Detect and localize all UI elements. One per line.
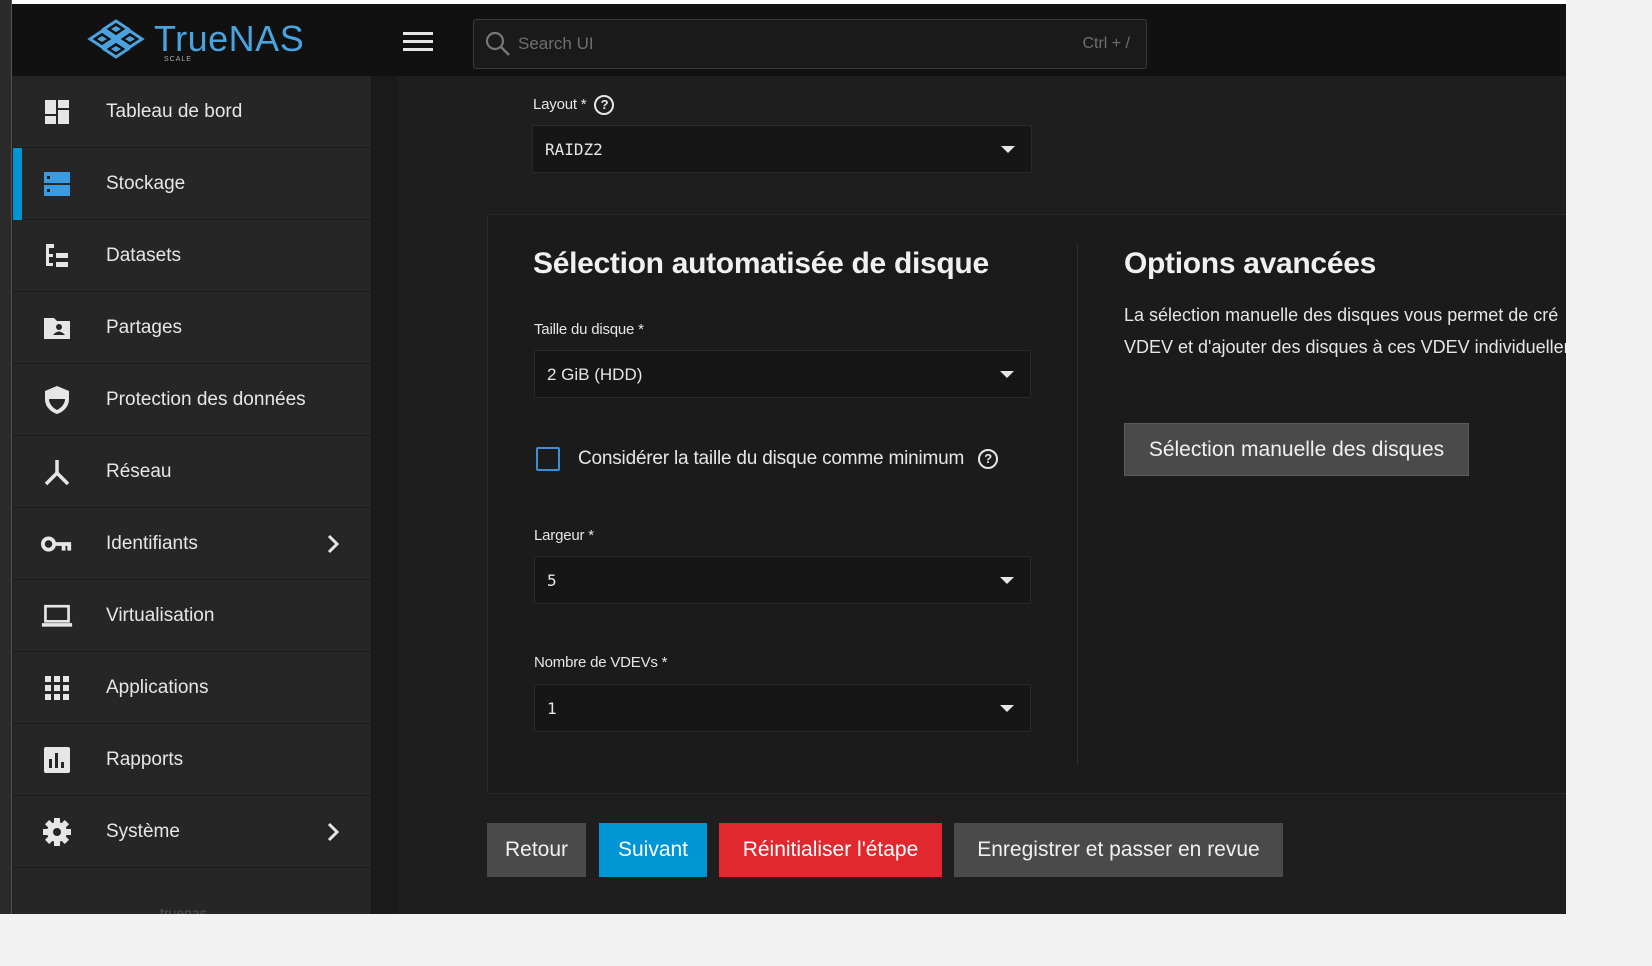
back-button[interactable]: Retour [487, 823, 586, 877]
width-select[interactable]: 5 [534, 556, 1031, 604]
disk-size-value: 2 GiB (HDD) [547, 365, 643, 384]
sidebar-item-label: Système [106, 820, 180, 842]
dropdown-arrow-icon [1000, 577, 1014, 584]
save-and-review-button[interactable]: Enregistrer et passer en revue [954, 823, 1283, 877]
sidebar-item-system[interactable]: Système [13, 796, 371, 868]
sidebar-item-label: Virtualisation [106, 604, 215, 626]
dropdown-arrow-icon [1000, 371, 1014, 378]
search-input[interactable] [518, 34, 1083, 54]
sidebar-item-label: Réseau [106, 460, 172, 482]
sidebar-item-label: Stockage [106, 172, 186, 194]
storage-icon [41, 170, 73, 198]
min-disk-size-checkbox[interactable] [536, 447, 560, 471]
shield-icon [41, 386, 73, 414]
vdevs-value: 1 [547, 699, 557, 718]
sidebar-item-label: Partages [106, 316, 183, 338]
min-disk-size-label[interactable]: Considérer la taille du disque comme min… [578, 448, 999, 470]
sidebar-item-storage[interactable]: Stockage [13, 148, 371, 220]
hamburger-menu-icon[interactable] [403, 32, 433, 54]
sidebar-item-label: Protection des données [106, 388, 306, 410]
sidebar-item-dashboard[interactable]: Tableau de bord [13, 76, 371, 148]
datasets-icon [41, 242, 73, 270]
chevron-right-icon [327, 534, 340, 554]
layout-value: RAIDZ2 [545, 140, 603, 159]
window-edge [0, 0, 12, 914]
network-icon [41, 458, 73, 486]
help-icon[interactable]: ? [978, 448, 999, 469]
dropdown-arrow-icon [1000, 705, 1014, 712]
advanced-options-title: Options avancées [1124, 247, 1376, 280]
key-icon [41, 530, 73, 558]
reset-step-button[interactable]: Réinitialiser l'étape [719, 823, 942, 877]
vdevs-select[interactable]: 1 [534, 684, 1031, 732]
sidebar-item-network[interactable]: Réseau [13, 436, 371, 508]
sidebar-scroll-gutter[interactable] [371, 76, 397, 914]
logo-subtext: SCALE [164, 56, 192, 63]
sidebar-item-virtualization[interactable]: Virtualisation [13, 580, 371, 652]
auto-selection-title: Sélection automatisée de disque [533, 247, 989, 280]
sidebar-item-label: Rapports [106, 748, 184, 770]
sidebar-footer-text: truenas [160, 905, 207, 914]
dashboard-icon [41, 98, 73, 126]
dropdown-arrow-icon [1001, 146, 1015, 153]
width-label: Largeur * [534, 527, 594, 544]
sidebar-item-label: Identifiants [106, 532, 198, 554]
help-icon[interactable]: ? [594, 95, 615, 115]
card-divider [1077, 244, 1078, 766]
sidebar-item-data-protection[interactable]: Protection des données [13, 364, 371, 436]
sidebar-item-label: Datasets [106, 244, 181, 266]
sidebar-item-credentials[interactable]: Identifiants [13, 508, 371, 580]
truenas-logo[interactable]: TrueNAS SCALE [84, 18, 305, 63]
app-window: TrueNAS SCALE Ctrl + / Tableau de bord [0, 0, 1566, 914]
width-value: 5 [547, 571, 557, 590]
sidebar-item-datasets[interactable]: Datasets [13, 220, 371, 292]
advanced-description-line1: La sélection manuelle des disques vous p… [1124, 305, 1559, 325]
disk-size-select[interactable]: 2 GiB (HDD) [534, 350, 1031, 398]
search-icon [485, 31, 510, 56]
reports-chart-icon [41, 746, 73, 774]
next-button[interactable]: Suivant [599, 823, 707, 877]
sidebar-item-label: Tableau de bord [106, 100, 243, 122]
sidebar-item-shares[interactable]: Partages [13, 292, 371, 364]
apps-grid-icon [41, 674, 73, 702]
manual-disk-selection-button[interactable]: Sélection manuelle des disques [1124, 423, 1469, 476]
chevron-right-icon [327, 822, 340, 842]
search-bar[interactable]: Ctrl + / [473, 19, 1147, 69]
laptop-icon [41, 602, 73, 630]
sidebar-item-label: Applications [106, 676, 209, 698]
topbar: TrueNAS SCALE Ctrl + / [0, 0, 1566, 76]
sidebar-item-applications[interactable]: Applications [13, 652, 371, 724]
advanced-description-line2: VDEV et d'ajouter des disques à ces VDEV… [1124, 337, 1566, 357]
sidebar-item-reports[interactable]: Rapports [13, 724, 371, 796]
truenas-logo-icon [87, 19, 145, 59]
search-shortcut-hint: Ctrl + / [1082, 35, 1130, 52]
logo-text: TrueNAS [154, 18, 305, 59]
vdevs-label: Nombre de VDEVs * [534, 654, 668, 671]
layout-label: Layout *? [533, 95, 615, 115]
disk-size-label: Taille du disque * [534, 321, 644, 338]
shares-folder-icon [41, 314, 73, 342]
sidebar-nav: Tableau de bord Stockage Datasets Partag… [13, 76, 371, 914]
layout-select[interactable]: RAIDZ2 [532, 125, 1032, 173]
gear-icon [41, 818, 73, 846]
